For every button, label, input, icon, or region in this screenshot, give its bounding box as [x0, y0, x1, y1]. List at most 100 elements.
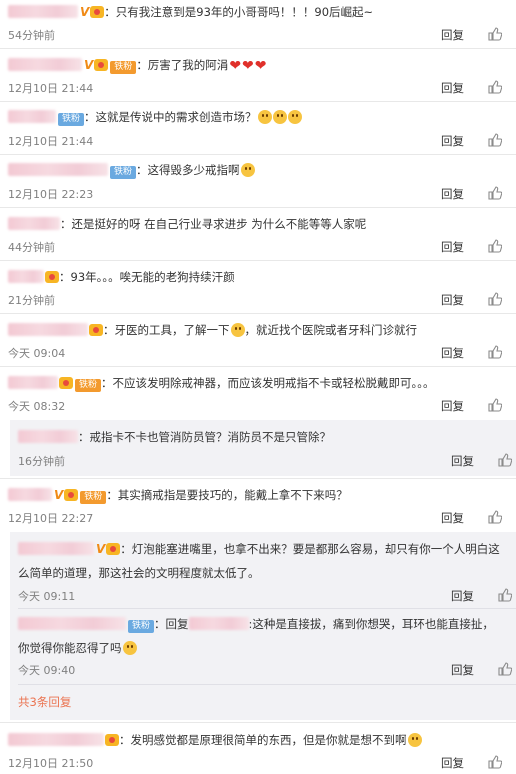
reply-button[interactable]: 回复: [441, 510, 464, 526]
username-blurred[interactable]: [8, 733, 104, 746]
reply-prefix: ：回复: [154, 617, 189, 631]
comment-text: ：其实摘戒指是要技巧的，能戴上拿不下来吗？: [106, 488, 348, 502]
fan-badge: 铁粉: [110, 61, 137, 74]
username-blurred[interactable]: [18, 542, 94, 555]
reply-button[interactable]: 回复: [441, 292, 464, 308]
thumbs-up-icon[interactable]: [488, 186, 502, 200]
reply-button[interactable]: 回复: [441, 186, 464, 202]
fan-badge: 铁粉: [75, 379, 102, 392]
member-level-icon: [94, 59, 109, 71]
comment-time: 12月10日 22:23: [8, 188, 94, 201]
comment-item: 铁粉 ：这得毁多少戒指啊 12月10日 22:23 回复: [0, 155, 516, 207]
reply-button[interactable]: 回复: [441, 80, 464, 96]
username-blurred[interactable]: [8, 488, 52, 501]
thumbs-up-icon[interactable]: [488, 345, 502, 359]
fan-badge: 铁粉: [80, 491, 107, 504]
comment-time: 12月10日 21:50: [8, 757, 94, 770]
comment-time: 21分钟前: [8, 294, 55, 307]
comment-text: ：厉害了我的阿涓: [136, 58, 229, 72]
username-blurred[interactable]: [8, 323, 88, 336]
thumbs-up-icon[interactable]: [488, 27, 502, 41]
username-blurred[interactable]: [8, 110, 56, 123]
sub-reply-time: 16分钟前: [18, 455, 65, 468]
comment-item: V ：只有我注意到是93年的小哥哥吗！！！90后崛起~ 54分钟前 回复: [0, 0, 516, 48]
comment-item: ：发明感觉都是原理很简单的东西，但是你就是想不到啊 12月10日 21:50 回…: [0, 723, 516, 774]
comment-text: ：这就是传说中的需求创造市场？: [84, 110, 257, 124]
comment-item: V 铁粉 ：厉害了我的阿涓❤❤❤ 12月10日 21:44 回复: [0, 49, 516, 101]
emoji-icon: [407, 733, 422, 747]
comment-text: ：不应该发明除戒神器，而应该发明戒指不卡或轻松脱戴即可。。。: [101, 376, 435, 390]
sub-reply-text: ：戒指卡不卡也管消防员管？消防员不是只管除？: [78, 430, 331, 444]
verified-v-icon: V: [96, 542, 106, 556]
reply-button[interactable]: 回复: [451, 588, 474, 604]
emoji-icon: [257, 110, 272, 124]
verified-v-icon: V: [54, 488, 64, 502]
thumbs-up-icon[interactable]: [498, 588, 512, 602]
reply-button[interactable]: 回复: [441, 345, 464, 361]
reply-button[interactable]: 回复: [441, 755, 464, 771]
emoji-icon: [287, 110, 302, 124]
comment-time: 今天 09:04: [8, 347, 66, 360]
member-level-icon: [45, 271, 59, 283]
username-blurred[interactable]: [18, 430, 78, 443]
thumbs-up-icon[interactable]: [498, 453, 512, 467]
comment-text: ：只有我注意到是93年的小哥哥吗！！！90后崛起~: [104, 5, 374, 19]
fan-badge: 铁粉: [110, 166, 137, 179]
reply-button[interactable]: 回复: [441, 133, 464, 149]
comment-item: 铁粉 ：这就是传说中的需求创造市场？ 12月10日 21:44 回复: [0, 102, 516, 154]
member-level-icon: [64, 489, 79, 501]
thumbs-up-icon[interactable]: [488, 239, 502, 253]
heart-icon: ❤: [229, 58, 242, 74]
member-level-icon: [90, 6, 105, 18]
thumbs-up-icon[interactable]: [488, 80, 502, 94]
more-replies-link[interactable]: 共3条回复: [18, 694, 71, 710]
sub-reply-time: 今天 09:40: [18, 664, 76, 677]
thumbs-up-icon[interactable]: [488, 292, 502, 306]
comment-item: ：牙医的工具，了解一下 ，就近找个医院或者牙科门诊就行 今天 09:04 回复: [0, 314, 516, 366]
username-blurred[interactable]: [18, 617, 126, 630]
comment-item: ：93年。。。唉无能的老狗持续汗颜 21分钟前 回复: [0, 261, 516, 313]
reply-button[interactable]: 回复: [451, 453, 474, 469]
divider: [18, 608, 516, 609]
thumbs-up-icon[interactable]: [488, 398, 502, 412]
sub-reply-text: ：灯泡能塞进嘴里，也拿不出来？要是都那么容易，却只有你一个人明白这: [120, 542, 500, 556]
thumbs-up-icon[interactable]: [488, 133, 502, 147]
username-blurred[interactable]: [8, 163, 108, 176]
comment-text: ：这得毁多少戒指啊: [136, 163, 240, 177]
username-blurred[interactable]: [8, 5, 78, 18]
reply-target-blurred[interactable]: [188, 617, 249, 630]
comment-text: ：还是挺好的呀 在自己行业寻求进步 为什么不能等等人家呢: [60, 217, 367, 231]
comment-time: 54分钟前: [8, 29, 55, 42]
reply-button[interactable]: 回复: [441, 398, 464, 414]
sub-reply-block: V ：灯泡能塞进嘴里，也拿不出来？要是都那么容易，却只有你一个人明白这 么简单的道…: [10, 532, 516, 720]
thumbs-up-icon[interactable]: [498, 662, 512, 676]
reply-button[interactable]: 回复: [441, 239, 464, 255]
fan-badge: 铁粉: [58, 113, 85, 126]
verified-v-icon: V: [80, 5, 90, 19]
sub-reply-text: :这种是直接拔，痛到你想哭，耳环也能直接扯，: [248, 617, 494, 631]
reply-button[interactable]: 回复: [451, 662, 474, 678]
heart-icon: ❤: [254, 58, 267, 74]
reply-button[interactable]: 回复: [441, 27, 464, 43]
comment-time: 今天 08:32: [8, 400, 66, 413]
username-blurred[interactable]: [8, 270, 44, 283]
divider: [18, 684, 516, 685]
emoji-icon: [240, 163, 255, 177]
comment-item: ：还是挺好的呀 在自己行业寻求进步 为什么不能等等人家呢 44分钟前 回复: [0, 208, 516, 260]
comment-time: 44分钟前: [8, 241, 55, 254]
comment-text: ：93年。。。唉无能的老狗持续汗颜: [59, 270, 235, 284]
username-blurred[interactable]: [8, 217, 60, 230]
thumbs-up-icon[interactable]: [488, 755, 502, 769]
verified-v-icon: V: [84, 58, 94, 72]
comment-text: ：发明感觉都是原理很简单的东西，但是你就是想不到啊: [119, 733, 407, 747]
username-blurred[interactable]: [8, 58, 82, 71]
sub-reply-text-cont: 你觉得你能忍得了吗: [18, 641, 122, 655]
username-blurred[interactable]: [8, 376, 58, 389]
comment-time: 12月10日 21:44: [8, 82, 94, 95]
comment-text: ：牙医的工具，了解一下: [103, 323, 230, 337]
thumbs-up-icon[interactable]: [488, 510, 502, 524]
member-level-icon: [89, 324, 103, 336]
sub-reply-text-cont: 么简单的道理，那这社会的文明程度就太低了。: [18, 566, 260, 580]
emoji-icon: [272, 110, 287, 124]
comment-item: V 铁粉 ：其实摘戒指是要技巧的，能戴上拿不下来吗？ 12月10日 22:27 回复: [0, 479, 516, 531]
